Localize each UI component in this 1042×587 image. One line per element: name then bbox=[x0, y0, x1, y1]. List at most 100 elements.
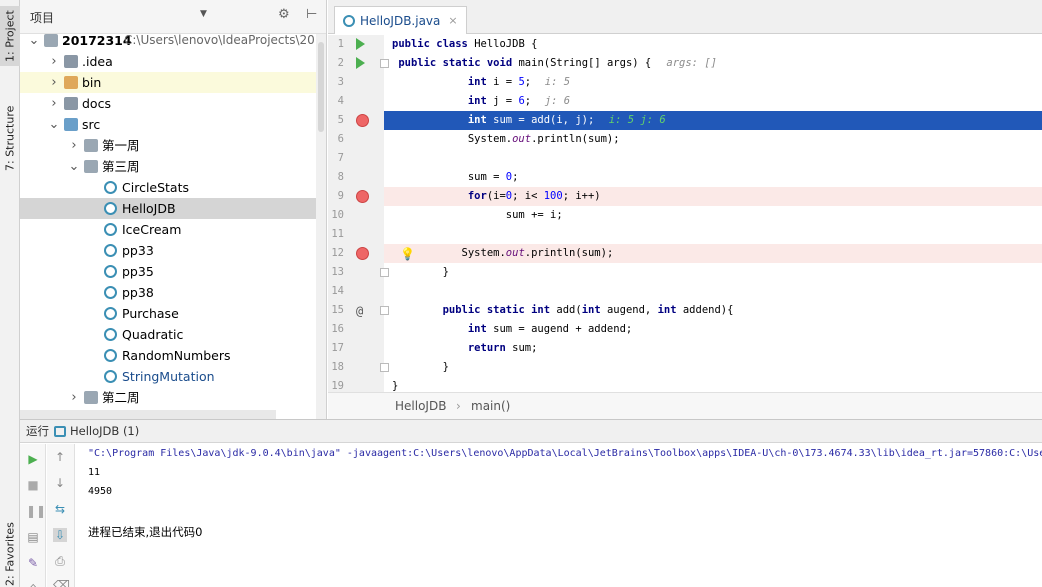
breadcrumb-method[interactable]: main() bbox=[471, 393, 510, 419]
tree-item-label: 第一周 bbox=[102, 138, 140, 153]
code-line[interactable]: 6 System.out.println(sum); bbox=[328, 130, 1042, 149]
code-line[interactable]: 11 bbox=[328, 225, 1042, 244]
code-line[interactable]: 16 int sum = augend + addend; bbox=[328, 320, 1042, 339]
run-gutter-icon[interactable] bbox=[356, 38, 365, 50]
fold-icon[interactable] bbox=[380, 59, 389, 68]
code-line[interactable]: 12 💡 System.out.println(sum); bbox=[328, 244, 1042, 263]
scroll-to-end-icon[interactable]: ⇩ bbox=[53, 528, 67, 542]
tree-item[interactable]: ⌄ src bbox=[20, 114, 326, 135]
run-gutter-icon[interactable] bbox=[356, 57, 365, 69]
code-line[interactable]: 10 sum += i; bbox=[328, 206, 1042, 225]
code-line[interactable]: 5 int sum = add(i, j); i: 5 j: 6 bbox=[328, 111, 1042, 130]
tree-item[interactable]: Purchase bbox=[20, 303, 326, 324]
java-class-icon bbox=[104, 181, 117, 194]
tree-item[interactable]: › 第一周 bbox=[20, 135, 326, 156]
console-output[interactable]: "C:\Program Files\Java\jdk-9.0.4\bin\jav… bbox=[88, 444, 1042, 587]
tree-horizontal-scrollbar[interactable] bbox=[20, 410, 276, 419]
tree-item[interactable]: CircleStats bbox=[20, 177, 326, 198]
tree-scrollbar[interactable] bbox=[316, 34, 326, 419]
tree-item[interactable]: RandomNumbers bbox=[20, 345, 326, 366]
gear-icon[interactable]: ⚙ bbox=[278, 7, 290, 22]
favorites-tool-tab[interactable]: 2: Favorites bbox=[0, 522, 20, 586]
chevron-down-icon[interactable]: ⌄ bbox=[68, 156, 80, 177]
line-number: 11 bbox=[328, 225, 384, 244]
chevron-right-icon[interactable]: › bbox=[48, 93, 60, 114]
project-tool-tab[interactable]: 1: Project bbox=[0, 6, 20, 66]
tree-item[interactable]: pp38 bbox=[20, 282, 326, 303]
arrow-down-icon[interactable]: ↓ bbox=[53, 476, 67, 490]
tree-item[interactable]: IceCream bbox=[20, 219, 326, 240]
code-line[interactable]: 17 return sum; bbox=[328, 339, 1042, 358]
structure-tool-tab[interactable]: 7: Structure bbox=[0, 98, 20, 178]
arrow-up-icon[interactable]: ↑ bbox=[53, 450, 67, 464]
code-line[interactable]: 15 @ public static int add(int augend, in… bbox=[328, 301, 1042, 320]
close-icon[interactable]: × bbox=[448, 14, 457, 27]
breakpoint-icon[interactable] bbox=[356, 114, 369, 127]
tree-item-label: StringMutation bbox=[122, 369, 215, 384]
line-number: 4 bbox=[328, 92, 384, 111]
chevron-right-icon[interactable]: › bbox=[68, 387, 80, 408]
tree-item-label: Quadratic bbox=[122, 327, 184, 342]
chevron-down-icon[interactable]: ▼ bbox=[200, 9, 207, 19]
layout-icon[interactable]: ▤ bbox=[26, 530, 40, 544]
tab-hellojdb[interactable]: HelloJDB.java × bbox=[334, 6, 467, 34]
tree-item[interactable]: Quadratic bbox=[20, 324, 326, 345]
code-line[interactable]: 14 bbox=[328, 282, 1042, 301]
pin-tab-icon[interactable]: ✎ bbox=[26, 556, 40, 570]
tree-item[interactable]: › 第二周 bbox=[20, 387, 326, 408]
chevron-down-icon[interactable]: ⌄ bbox=[48, 114, 60, 135]
code-line[interactable]: 8 sum = 0; bbox=[328, 168, 1042, 187]
fold-icon[interactable] bbox=[380, 363, 389, 372]
code-line[interactable]: 9 for(i=0; i< 100; i++) bbox=[328, 187, 1042, 206]
tree-item-label: src bbox=[82, 117, 101, 132]
tree-item[interactable]: ⌄ 第三周 bbox=[20, 156, 326, 177]
chevron-right-icon[interactable]: › bbox=[48, 72, 60, 93]
tree-item[interactable]: StringMutation bbox=[20, 366, 326, 387]
run-toolbar-primary: ▶ ■ ❚❚ ▤ ✎ ⌂ bbox=[20, 444, 46, 587]
fold-icon[interactable] bbox=[380, 306, 389, 315]
code-line[interactable]: 13 } bbox=[328, 263, 1042, 282]
tree-item[interactable]: › docs bbox=[20, 93, 326, 114]
project-view-selector[interactable]: 项目 bbox=[30, 9, 54, 26]
tree-item[interactable]: HelloJDB bbox=[20, 198, 326, 219]
code-line[interactable]: 2 public static void main(String[] args)… bbox=[328, 54, 1042, 73]
tree-scrollbar-thumb[interactable] bbox=[318, 42, 324, 132]
breadcrumb-separator: › bbox=[456, 399, 461, 413]
package-icon bbox=[84, 391, 98, 404]
tree-item[interactable]: › .idea bbox=[20, 51, 326, 72]
line-number: 14 bbox=[328, 282, 384, 301]
code-line[interactable]: 3 int i = 5; i: 5 bbox=[328, 73, 1042, 92]
tree-item[interactable]: ⌄ 20172314 C:\Users\lenovo\IdeaProjects\20… bbox=[20, 30, 326, 51]
rerun-icon[interactable]: ▶ bbox=[26, 452, 40, 466]
tree-item[interactable]: pp35 bbox=[20, 261, 326, 282]
chevron-right-icon[interactable]: › bbox=[68, 135, 80, 156]
soft-wrap-icon[interactable]: ⇆ bbox=[53, 502, 67, 516]
chevron-down-icon[interactable]: ⌄ bbox=[28, 30, 40, 51]
tree-item[interactable]: › bin bbox=[20, 72, 326, 93]
code-line[interactable]: 7 bbox=[328, 149, 1042, 168]
java-class-icon bbox=[104, 265, 117, 278]
fold-icon[interactable] bbox=[380, 268, 389, 277]
code-line[interactable]: 4 int j = 6; j: 6 bbox=[328, 92, 1042, 111]
breakpoint-icon[interactable] bbox=[356, 190, 369, 203]
tree-item[interactable]: pp33 bbox=[20, 240, 326, 261]
stop-icon[interactable]: ■ bbox=[26, 478, 40, 492]
code-text: System.out.println(sum); bbox=[392, 133, 620, 145]
print-icon[interactable]: ⎙ bbox=[53, 554, 67, 568]
java-class-icon bbox=[104, 328, 117, 341]
override-icon[interactable]: @ bbox=[356, 302, 363, 321]
clear-all-icon[interactable]: ⌫ bbox=[53, 578, 70, 587]
breadcrumb-class[interactable]: HelloJDB bbox=[395, 393, 446, 419]
line-number: 13 bbox=[328, 263, 384, 282]
pin-icon[interactable]: ⊢ bbox=[306, 7, 317, 22]
code-line[interactable]: 18 } bbox=[328, 358, 1042, 377]
breakpoint-icon[interactable] bbox=[356, 247, 369, 260]
run-config-tab[interactable]: HelloJDB (1) bbox=[70, 420, 139, 443]
tree-item-label: RandomNumbers bbox=[122, 348, 231, 363]
line-number: 10 bbox=[328, 206, 384, 225]
pause-icon[interactable]: ❚❚ bbox=[26, 504, 46, 518]
code-text: for(i=0; i< 100; i++) bbox=[467, 190, 601, 202]
trash-icon[interactable]: ⌂ bbox=[26, 580, 40, 587]
chevron-right-icon[interactable]: › bbox=[48, 51, 60, 72]
code-line[interactable]: 1 public class HelloJDB { bbox=[328, 35, 1042, 54]
